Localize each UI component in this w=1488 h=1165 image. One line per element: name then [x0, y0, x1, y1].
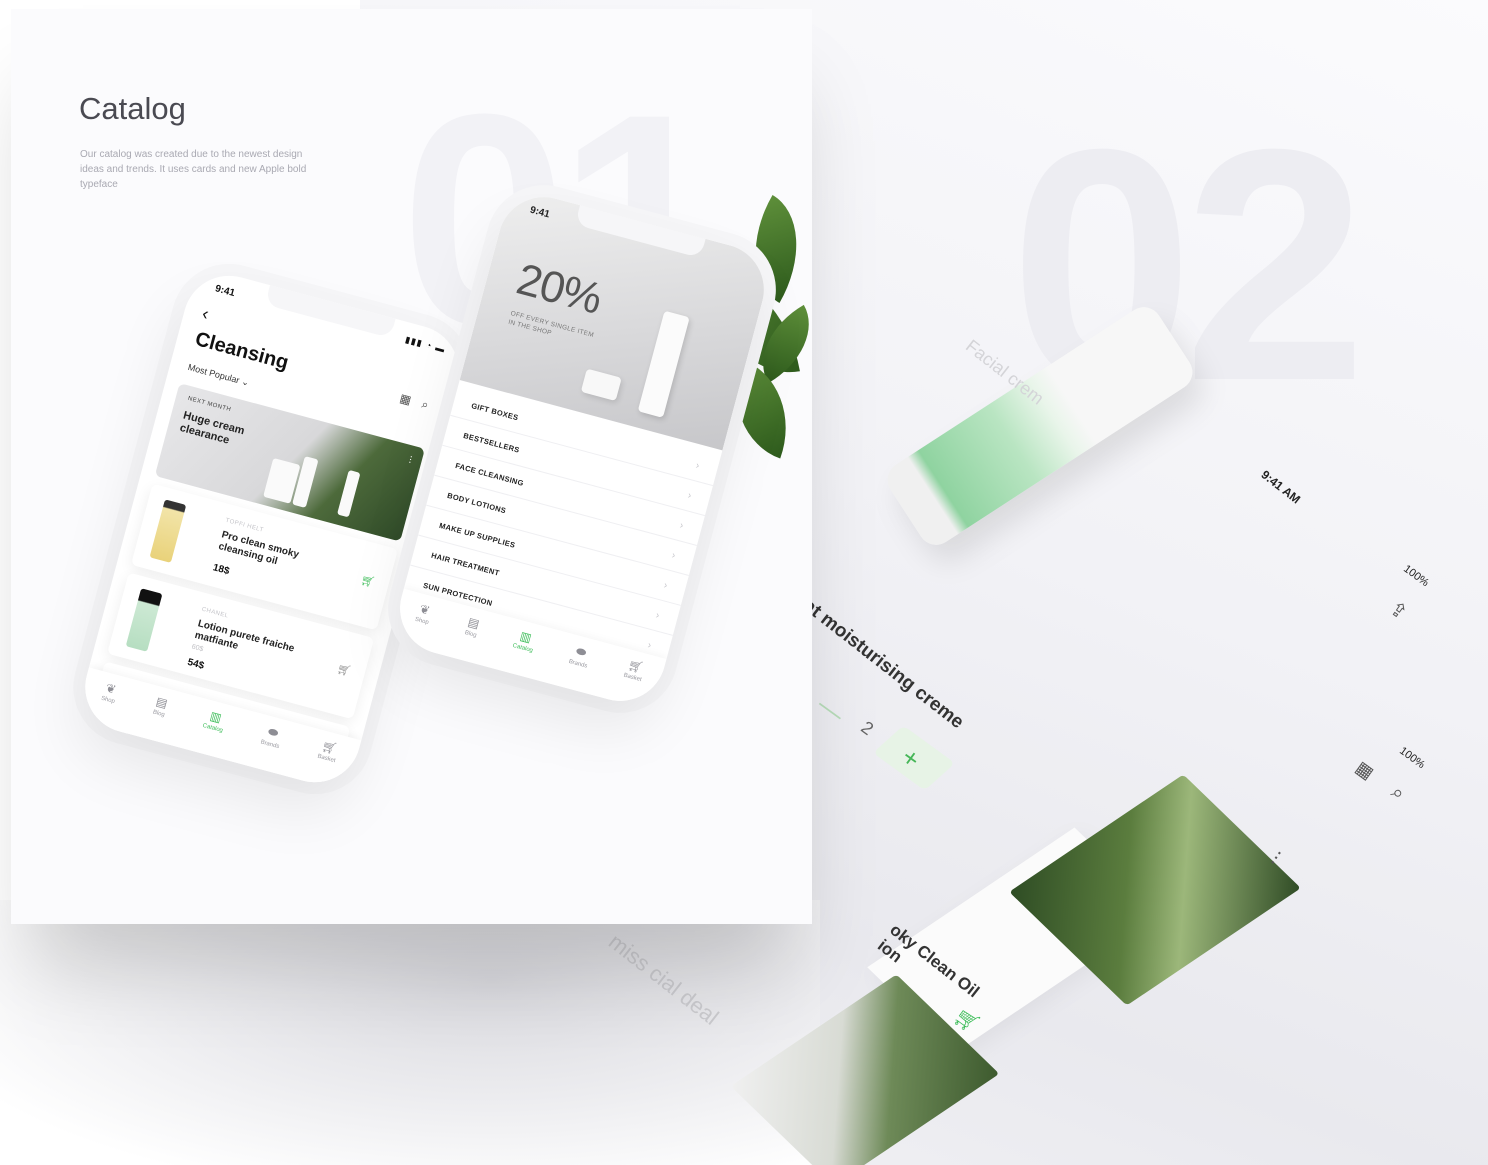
search-icon[interactable]: ⌕ [420, 397, 430, 413]
document-icon: ▤ [466, 614, 481, 632]
banner-tag: NEXT MONTH [187, 395, 232, 414]
chevron-right-icon: › [686, 489, 694, 502]
tab-shop[interactable]: ❦ Shop [408, 601, 433, 649]
product-brand: CHANEL [200, 606, 229, 620]
phone-catalog-screen: 9:41 ▮▮▮ ◔ ▬ ‹ Cleansing ▦ ⌕ Most Popula… [74, 265, 470, 793]
banner-headline: Huge cream clearance [178, 409, 246, 447]
catalog-panel: 01 Catalog Our catalog was created due t… [11, 9, 812, 924]
cart-icon[interactable]: 🛒︎ [336, 662, 353, 678]
background-shadow [0, 900, 820, 1165]
tab-catalog[interactable]: ▥ Catalog [506, 627, 538, 677]
status-time: 9:41 [528, 204, 551, 221]
tab-blog[interactable]: ▤ Blog [146, 694, 170, 742]
leaf-icon: ❦ [418, 601, 432, 618]
chevron-right-icon: › [654, 609, 661, 622]
tag-icon: ⬬ [266, 724, 280, 741]
phone-notch [264, 285, 396, 339]
page-description: Our catalog was created due to the newes… [80, 149, 307, 190]
tab-basket[interactable]: 🛒︎ Basket [311, 738, 341, 787]
document-icon: ▤ [154, 694, 170, 711]
product-old-price: 60$ [190, 643, 204, 654]
filter-icon[interactable]: ⫶ [407, 455, 412, 466]
cart-icon: 🛒︎ [320, 738, 339, 757]
status-time: 9:41 [213, 283, 237, 300]
chevron-right-icon: › [694, 459, 702, 472]
tab-shop[interactable]: ❦ Shop [94, 680, 119, 728]
tab-catalog[interactable]: ▥ Catalog [196, 707, 228, 757]
chevron-right-icon: › [678, 519, 685, 532]
tab-brands[interactable]: ⬬ Brands [254, 723, 284, 772]
grid-view-icon[interactable]: ▦ [398, 391, 413, 407]
product-thumbnail [125, 588, 163, 652]
product-name: Pro clean smoky cleansing oil [217, 529, 301, 568]
product-price: 18$ [211, 562, 231, 578]
status-icons: ▮▮▮ ◔ ▬ [404, 334, 447, 355]
tab-basket[interactable]: 🛒︎ Basket [617, 657, 647, 706]
product-bottle-image [337, 469, 361, 518]
sort-dropdown[interactable]: Most Popular ⌄ [187, 362, 251, 389]
product-thumbnail [149, 499, 187, 563]
tab-brands[interactable]: ⬬ Brands [562, 642, 592, 691]
product-price: 54$ [186, 656, 206, 672]
chevron-right-icon: › [646, 639, 653, 651]
book-icon: ▥ [518, 628, 534, 646]
chevron-right-icon: › [662, 579, 669, 592]
cart-icon[interactable]: 🛒︎ [359, 573, 376, 589]
cart-icon: 🛒︎ [626, 657, 645, 676]
tab-blog[interactable]: ▤ Blog [458, 615, 482, 663]
chevron-right-icon: › [670, 549, 677, 562]
page-title: Catalog [79, 91, 186, 126]
product-tube-image [637, 310, 690, 418]
back-chevron-icon[interactable]: ‹ [200, 303, 211, 325]
product-name: Lotion purete fraiche matfiante [193, 618, 296, 655]
tag-icon: ⬬ [574, 643, 589, 660]
leaf-icon: ❦ [104, 680, 118, 697]
book-icon: ▥ [208, 708, 224, 726]
product-jar-image [580, 368, 622, 402]
